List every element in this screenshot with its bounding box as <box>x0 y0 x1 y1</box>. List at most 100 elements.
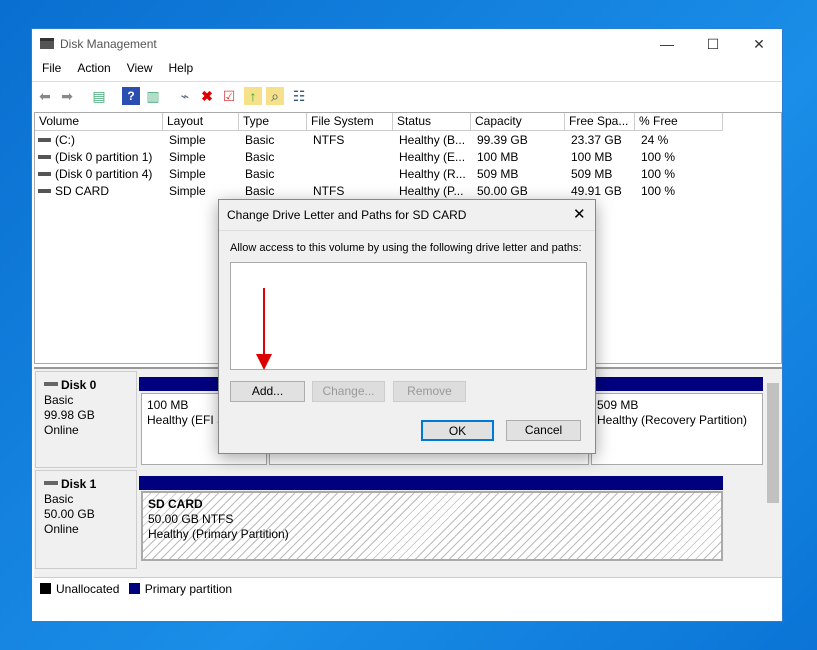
vertical-scrollbar[interactable] <box>765 369 781 575</box>
menu-action[interactable]: Action <box>77 61 110 75</box>
dialog-close-button[interactable]: ✕ <box>573 205 586 223</box>
cell[interactable]: Simple <box>169 166 237 183</box>
disk-type: Basic <box>44 393 74 407</box>
column-capacity[interactable]: Capacity <box>471 113 565 131</box>
cell[interactable]: 100 MB <box>571 149 633 166</box>
cell[interactable]: 23.37 GB <box>571 132 633 149</box>
column-layout[interactable]: Layout <box>163 113 239 131</box>
properties-icon[interactable]: ☑ <box>220 87 238 105</box>
menu-file[interactable]: File <box>42 61 61 75</box>
column-status[interactable]: Status <box>393 113 471 131</box>
back-icon[interactable]: ⬅ <box>36 87 54 105</box>
menu-view[interactable]: View <box>127 61 153 75</box>
cell[interactable]: 49.91 GB <box>571 183 633 200</box>
connect-drive-icon[interactable]: ⌁ <box>176 87 194 105</box>
paths-listbox[interactable] <box>230 262 587 370</box>
disk-0-label[interactable]: Disk 0 Basic 99.98 GB Online <box>35 371 137 468</box>
cell[interactable]: (Disk 0 partition 1) <box>55 149 161 166</box>
maximize-button[interactable]: ☐ <box>698 33 728 55</box>
column-percent-free[interactable]: % Free <box>635 113 723 131</box>
cell[interactable]: Healthy (P... <box>399 183 469 200</box>
cell[interactable]: NTFS <box>313 132 391 149</box>
column-free-space[interactable]: Free Spa... <box>565 113 635 131</box>
cell[interactable] <box>313 166 391 183</box>
title-bar: Disk Management — ☐ ✕ <box>32 29 782 59</box>
cell[interactable]: Healthy (E... <box>399 149 469 166</box>
column-file-system[interactable]: File System <box>307 113 393 131</box>
disk-1-bar <box>139 476 723 490</box>
cell[interactable]: Basic <box>245 149 305 166</box>
forward-icon[interactable]: ➡ <box>58 87 76 105</box>
disk-name: Disk 0 <box>61 378 97 392</box>
search-icon[interactable]: ⌕ <box>266 87 284 105</box>
volume-icon <box>38 172 51 176</box>
volume-icon <box>38 138 51 142</box>
arrow-annotation <box>263 288 265 356</box>
column-type[interactable]: Type <box>239 113 307 131</box>
cell[interactable]: 99.39 GB <box>477 132 563 149</box>
cell[interactable]: 509 MB <box>571 166 633 183</box>
cell[interactable]: Healthy (B... <box>399 132 469 149</box>
dialog-prompt: Allow access to this volume by using the… <box>230 242 582 254</box>
disk-type: Basic <box>44 492 74 506</box>
volume-icon <box>38 155 51 159</box>
change-drive-letter-dialog: Change Drive Letter and Paths for SD CAR… <box>218 199 596 454</box>
cell[interactable]: Basic <box>245 132 305 149</box>
cell[interactable]: 100 % <box>641 149 721 166</box>
partition-size: 509 MB <box>597 398 639 412</box>
legend-unallocated: Unallocated <box>56 582 120 596</box>
volume-icon <box>38 189 51 193</box>
menu-bar: File Action View Help <box>32 61 199 79</box>
disk-1-label[interactable]: Disk 1 Basic 50.00 GB Online <box>35 470 137 569</box>
menu-help[interactable]: Help <box>169 61 194 75</box>
toolbar: ⬅ ➡ ▤ ? ▥ ⌁ ✖ ☑ ↑ ⌕ ☷ <box>32 81 782 109</box>
add-button[interactable]: Add... <box>230 381 305 402</box>
cell[interactable]: Simple <box>169 132 237 149</box>
partition-status: Healthy (Primary Partition) <box>148 527 289 541</box>
cell[interactable]: SD CARD <box>55 183 161 200</box>
cell[interactable]: 100 MB <box>477 149 563 166</box>
ok-button[interactable]: OK <box>421 420 494 441</box>
partition-name: SD CARD <box>148 497 203 511</box>
cell[interactable] <box>313 149 391 166</box>
checklist-icon[interactable]: ☷ <box>290 87 308 105</box>
disk-icon <box>44 382 58 386</box>
change-button[interactable]: Change... <box>312 381 385 402</box>
cell[interactable]: Basic <box>245 166 305 183</box>
cell[interactable]: 100 % <box>641 166 721 183</box>
cell[interactable]: 509 MB <box>477 166 563 183</box>
cell[interactable]: Basic <box>245 183 305 200</box>
cell[interactable]: 100 % <box>641 183 721 200</box>
close-button[interactable]: ✕ <box>744 33 774 55</box>
export-icon[interactable]: ↑ <box>244 87 262 105</box>
disk-name: Disk 1 <box>61 477 97 491</box>
disk-icon <box>44 481 58 485</box>
cell[interactable]: (C:) <box>55 132 161 149</box>
cell[interactable]: 50.00 GB <box>477 183 563 200</box>
primary-swatch <box>128 583 140 594</box>
unallocated-swatch <box>40 583 51 594</box>
remove-button[interactable]: Remove <box>393 381 466 402</box>
console-tree-icon[interactable]: ▤ <box>90 87 108 105</box>
disk-status: Online <box>44 522 79 536</box>
help-icon[interactable]: ? <box>122 87 140 105</box>
cell[interactable]: (Disk 0 partition 4) <box>55 166 161 183</box>
partition-sd-card[interactable]: SD CARD 50.00 GB NTFS Healthy (Primary Par… <box>141 491 723 561</box>
legend: Unallocated Primary partition <box>34 577 782 599</box>
window-title: Disk Management <box>60 37 157 51</box>
cell[interactable]: Simple <box>169 149 237 166</box>
partition-recovery[interactable]: 509 MB Healthy (Recovery Partition) <box>591 393 763 465</box>
delete-icon[interactable]: ✖ <box>198 87 216 105</box>
action-pane-icon[interactable]: ▥ <box>144 87 162 105</box>
cell[interactable]: Simple <box>169 183 237 200</box>
partition-status: Healthy (Recovery Partition) <box>597 413 748 427</box>
minimize-button[interactable]: — <box>652 33 682 55</box>
cell[interactable]: NTFS <box>313 183 391 200</box>
disk-size: 99.98 GB <box>44 408 95 422</box>
cell[interactable]: Healthy (R... <box>399 166 469 183</box>
disk-size: 50.00 GB <box>44 507 95 521</box>
arrow-head <box>256 354 272 370</box>
column-volume[interactable]: Volume <box>35 113 163 131</box>
cell[interactable]: 24 % <box>641 132 721 149</box>
cancel-button[interactable]: Cancel <box>506 420 581 441</box>
